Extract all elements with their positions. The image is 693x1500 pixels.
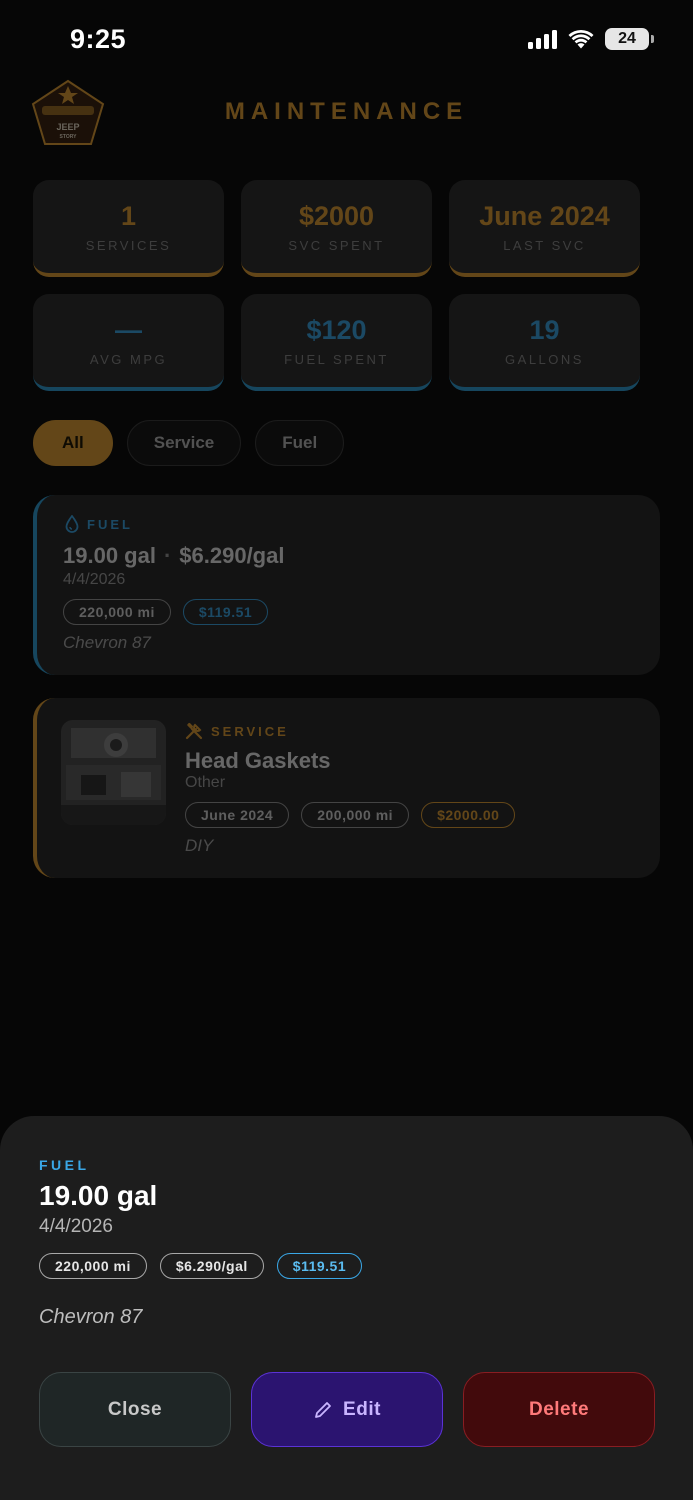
stat-gallons: 19 GALLONS [449, 294, 640, 391]
stat-last-svc: June 2024 LAST SVC [449, 180, 640, 277]
close-button-label: Close [107, 1398, 163, 1420]
fuel-entry-card[interactable]: FUEL 19.00 gal · $6.290/gal 4/4/2026 220,0… [33, 495, 660, 675]
filter-chips: All Service Fuel [33, 420, 345, 466]
service-entry-pills: June 2024 200,000 mi $2000.00 [185, 802, 516, 828]
stat-value: 1 [120, 200, 137, 231]
entry-tag: FUEL [65, 515, 133, 533]
sheet-title: 19.00 gal [39, 1180, 158, 1211]
date-pill: June 2024 [185, 802, 290, 828]
stat-svc-spent: $2000 SVC SPENT [241, 180, 432, 277]
stat-label: GALLONS [505, 351, 584, 367]
stat-label: FUEL SPENT [284, 351, 389, 367]
maintenance-screen: 9:25 24 JEEP STORY MAINTENANCE 1 SERVICE… [0, 0, 693, 1500]
stats-grid: 1 SERVICES $2000 SVC SPENT June 2024 LAS… [33, 180, 640, 391]
delete-button-label: Delete [528, 1398, 590, 1420]
sheet-date: 4/4/2026 [39, 1216, 113, 1237]
filter-service[interactable]: Service [126, 420, 242, 466]
entry-detail-sheet: FUEL 19.00 gal 4/4/2026 220,000 mi $6.29… [0, 1116, 693, 1500]
fuel-price: $6.290/gal [179, 543, 285, 568]
edit-button-label: Edit [343, 1398, 381, 1420]
total-pill: $119.51 [276, 1253, 363, 1279]
stat-label: LAST SVC [503, 237, 586, 253]
close-button[interactable]: Close [39, 1372, 231, 1447]
entry-tag-label: SERVICE [211, 723, 289, 739]
sheet-pills: 220,000 mi $6.290/gal $119.51 [39, 1253, 363, 1279]
stat-value: $2000 [298, 200, 375, 231]
fuel-gallons: 19.00 gal [63, 543, 156, 568]
stat-value: — [115, 314, 142, 345]
total-pill: $119.51 [182, 599, 269, 625]
delete-button[interactable]: Delete [463, 1372, 655, 1447]
service-photo-thumbnail [61, 720, 166, 825]
wrench-hammer-icon [185, 722, 203, 740]
stat-fuel-spent: $120 FUEL SPENT [241, 294, 432, 391]
sheet-note: Chevron 87 [39, 1306, 143, 1328]
service-entry-title: Head Gaskets [185, 748, 331, 773]
sheet-tag: FUEL [39, 1157, 90, 1173]
logo-text-story: STORY [60, 134, 78, 140]
sheet-actions: Close Edit Delete [39, 1372, 655, 1447]
fuel-entry-date: 4/4/2026 [63, 571, 126, 588]
filter-fuel[interactable]: Fuel [255, 420, 345, 466]
fuel-entry-note: Chevron 87 [63, 633, 151, 652]
pencil-icon [315, 1401, 331, 1418]
odometer-pill: 220,000 mi [63, 599, 171, 625]
fuel-entry-pills: 220,000 mi $119.51 [63, 599, 269, 625]
fuel-drop-icon [65, 515, 79, 533]
entry-tag-label: FUEL [87, 516, 133, 532]
odometer-pill: 200,000 mi [301, 802, 410, 828]
stat-label: SVC SPENT [288, 237, 385, 253]
service-entry-note: DIY [185, 836, 214, 855]
stat-value: 19 [529, 314, 560, 345]
page-title: MAINTENANCE [224, 98, 469, 125]
stat-label: SERVICES [85, 237, 172, 253]
odometer-pill: 220,000 mi [39, 1253, 147, 1279]
cost-pill: $2000.00 [421, 802, 516, 828]
stat-value: June 2024 [479, 200, 610, 231]
service-entry-category: Other [185, 774, 226, 791]
filter-all[interactable]: All [33, 420, 113, 466]
stat-value: $120 [306, 314, 367, 345]
edit-button[interactable]: Edit [251, 1372, 443, 1447]
stat-label: AVG MPG [89, 351, 168, 367]
price-pill: $6.290/gal [159, 1253, 264, 1279]
stat-avg-mpg: — AVG MPG [33, 294, 224, 391]
service-entry-card[interactable]: SERVICE Head Gaskets Other June 2024 200… [33, 698, 660, 878]
stat-services: 1 SERVICES [33, 180, 224, 277]
entry-tag: SERVICE [185, 722, 289, 740]
fuel-entry-title: 19.00 gal · $6.290/gal [63, 543, 285, 568]
